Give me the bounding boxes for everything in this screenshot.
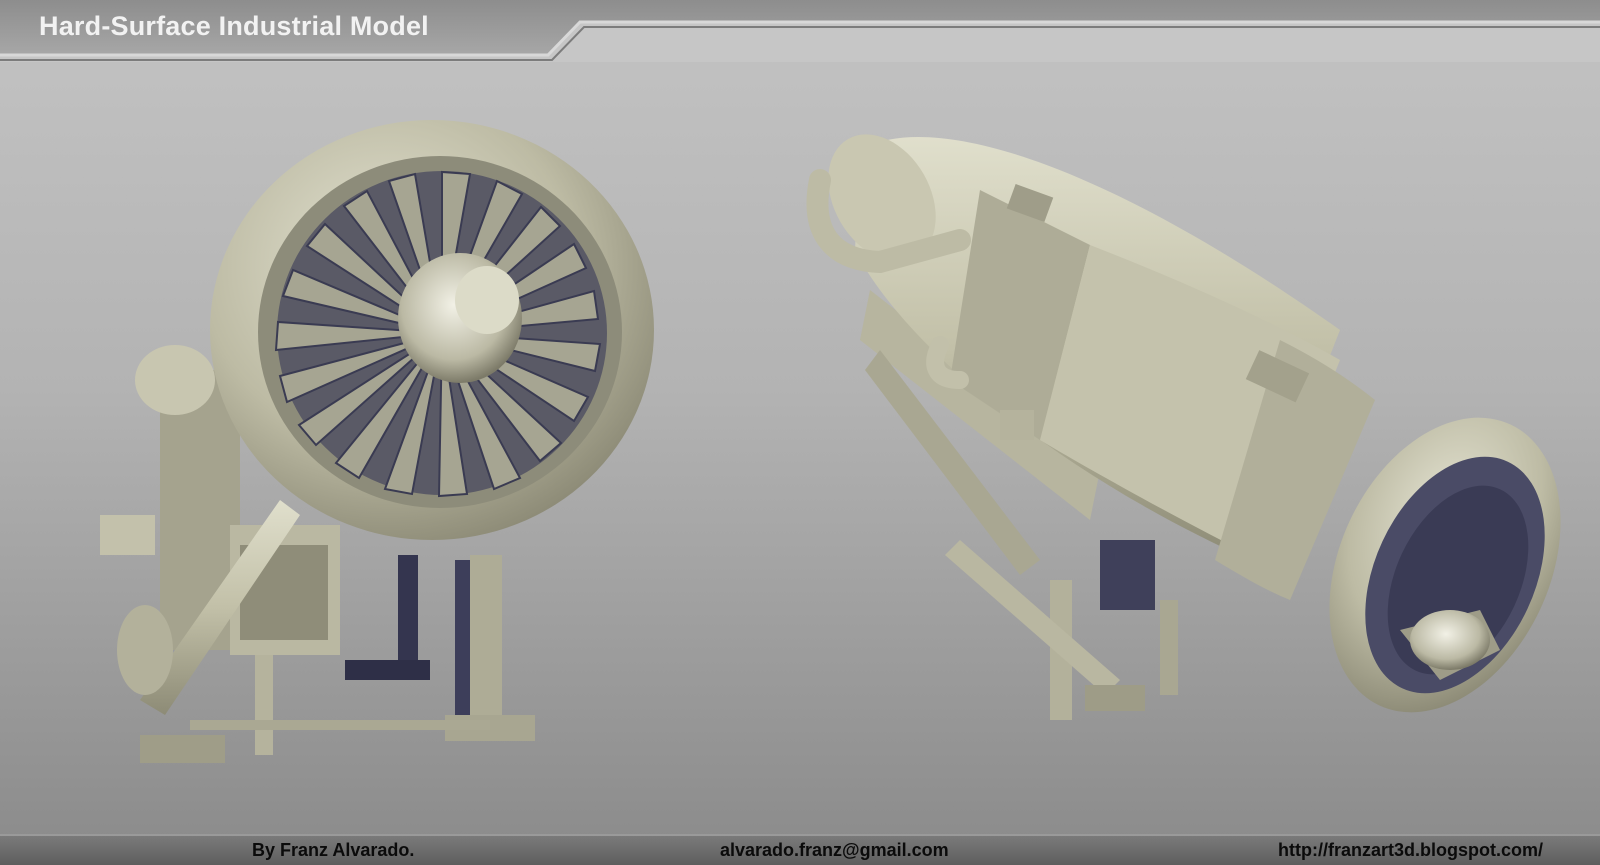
page-title: Hard-Surface Industrial Model (39, 11, 429, 41)
header-band: Hard-Surface Industrial Model (0, 0, 1600, 62)
author-credit: By Franz Alvarado. (252, 840, 415, 860)
website-link[interactable]: http://franzart3d.blogspot.com/ (1278, 840, 1543, 861)
email-link[interactable]: alvarado.franz@gmail.com (720, 840, 949, 861)
engine-front-view (100, 120, 654, 763)
footer-bar: By Franz Alvarado. alvarado.franz@gmail.… (0, 834, 1600, 865)
render-area (0, 62, 1600, 832)
engine-side-view (806, 134, 1561, 720)
